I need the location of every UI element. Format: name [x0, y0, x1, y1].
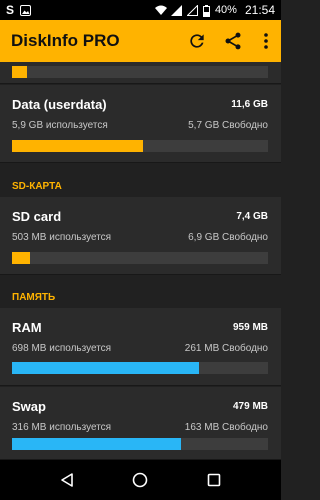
recents-button[interactable] [194, 460, 234, 500]
sd-card-card[interactable]: SD card 7,4 GB 503 MB используется 6,9 G… [0, 197, 281, 275]
usage-bar [12, 66, 268, 78]
memory-card-ram[interactable]: RAM 959 MB 698 MB используется 261 MB Св… [0, 308, 281, 386]
usage-bar-fill [12, 362, 199, 374]
usage-bar [12, 438, 268, 450]
memory-card-swap[interactable]: Swap 479 MB 316 MB используется 163 MB С… [0, 387, 281, 460]
section-header-memory: ПАМЯТЬ [12, 292, 56, 303]
app-title: DiskInfo PRO [11, 31, 120, 50]
image-notification-icon [20, 4, 32, 16]
share-button[interactable] [215, 20, 251, 62]
partition-name: Data (userdata) [12, 97, 107, 112]
partition-name: SD card [12, 209, 62, 224]
battery-icon [202, 4, 210, 17]
partition-free: 5,7 GB Свободно [188, 120, 268, 131]
memory-name: Swap [12, 399, 46, 414]
wifi-icon [154, 5, 167, 16]
usage-bar [12, 140, 268, 152]
navigation-bar [0, 460, 281, 500]
back-button[interactable] [47, 460, 87, 500]
memory-used: 316 MB используется [12, 422, 112, 433]
partition-card-partial [0, 62, 281, 84]
memory-used: 698 MB используется [12, 343, 112, 354]
usage-bar [12, 362, 268, 374]
memory-total: 959 MB [232, 322, 268, 333]
clock: 21:54 [244, 3, 275, 17]
back-icon [61, 473, 73, 487]
signal-empty-icon [186, 3, 198, 16]
partition-total: 11,6 GB [231, 99, 268, 110]
recents-icon [207, 473, 221, 487]
partition-used: 503 MB используется [12, 232, 112, 243]
signal-icon [170, 4, 182, 16]
battery-level: 40% [214, 4, 237, 16]
section-header-sd: SD-КАРТА [12, 181, 62, 192]
more-vert-icon [264, 33, 268, 49]
usage-bar-fill [12, 140, 143, 152]
memory-total: 479 MB [232, 401, 268, 412]
refresh-button[interactable] [179, 20, 215, 62]
refresh-icon [190, 34, 204, 48]
usage-bar-fill [12, 252, 30, 264]
memory-free: 261 MB Свободно [184, 343, 268, 354]
status-bar: S 40% 21:54 [0, 0, 281, 20]
usage-bar-fill [12, 438, 181, 450]
usage-bar [12, 252, 268, 264]
partition-card[interactable]: Data (userdata) 11,6 GB 5,9 GB используе… [0, 85, 281, 163]
usage-bar-fill [12, 66, 28, 78]
share-icon [225, 32, 241, 50]
disk-list[interactable]: Data (userdata) 11,6 GB 5,9 GB используе… [0, 62, 281, 460]
memory-free: 163 MB Свободно [184, 422, 268, 433]
app-bar: DiskInfo PRO [0, 20, 281, 62]
overflow-menu-button[interactable] [251, 20, 281, 62]
app-s-icon: S [6, 3, 15, 17]
partition-total: 7,4 GB [236, 211, 268, 222]
home-button[interactable] [120, 460, 160, 500]
partition-used: 5,9 GB используется [12, 120, 108, 131]
home-icon [133, 472, 148, 488]
memory-name: RAM [12, 320, 42, 335]
partition-free: 6,9 GB Свободно [188, 232, 268, 243]
